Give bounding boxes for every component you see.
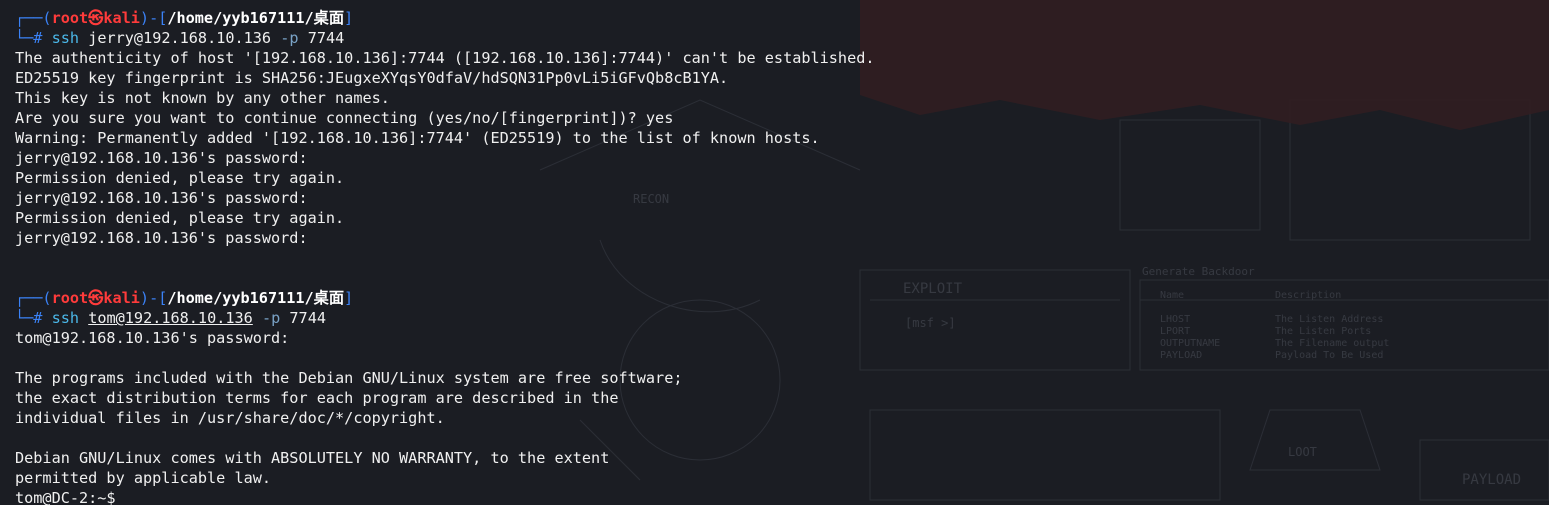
command-flag: -p — [280, 29, 299, 47]
output-line: Permission denied, please try again. — [15, 209, 345, 227]
prompt-line-top: ┌──(root㉿kali)-[/home/yyb167111/桌面] — [15, 8, 1549, 28]
output-line: This key is not known by any other names… — [15, 89, 390, 107]
prompt-path: /home/yyb167111/桌面 — [167, 9, 345, 27]
output-line: the exact distribution terms for each pr… — [15, 389, 619, 407]
prompt-sep: )-[ — [139, 9, 168, 27]
command-port: 7744 — [289, 309, 326, 327]
text-cursor — [125, 489, 133, 505]
prompt-host: kali — [103, 9, 140, 27]
prompt-line-bottom: └─# ssh tom@192.168.10.136 -p 7744 — [15, 309, 326, 327]
output-line: Are you sure you want to continue connec… — [15, 109, 674, 127]
command-name: ssh — [51, 29, 80, 47]
output-line: The authenticity of host '[192.168.10.13… — [15, 49, 875, 67]
prompt-at: ㉿ — [88, 9, 104, 27]
output-line: The programs included with the Debian GN… — [15, 369, 683, 387]
prompt-line-bottom: └─# ssh jerry@192.168.10.136 -p 7744 — [15, 28, 1549, 48]
terminal-window[interactable]: RECON EXPLOIT [msf >] Generate Backdoor … — [0, 0, 1549, 505]
shell-prompt-text: tom@DC-2:~$ — [15, 489, 125, 505]
prompt-close: ] — [344, 9, 354, 27]
prompt-user: root — [51, 9, 89, 27]
prompt-corner-bottom: └─ — [15, 29, 34, 47]
command-target: jerry@192.168.10.136 — [88, 29, 272, 47]
prompt-corner-top: ┌──( — [15, 9, 52, 27]
command-flag: -p — [261, 309, 281, 327]
output-line: tom@192.168.10.136's password: — [15, 329, 299, 347]
output-line: Permission denied, please try again. — [15, 169, 345, 187]
prompt-hash: # — [33, 29, 43, 47]
command-name: ssh — [51, 309, 80, 327]
command-port: 7744 — [307, 29, 345, 47]
output-line: Warning: Permanently added '[192.168.10.… — [15, 129, 820, 147]
output-line: jerry@192.168.10.136's password: — [15, 229, 317, 247]
output-line: jerry@192.168.10.136's password: — [15, 149, 317, 167]
output-line: permitted by applicable law. — [15, 469, 272, 487]
output-line: jerry@192.168.10.136's password: — [15, 189, 317, 207]
command-target: tom@192.168.10.136 — [88, 309, 253, 327]
shell-prompt[interactable]: tom@DC-2:~$ — [15, 488, 1549, 505]
output-line: ED25519 key fingerprint is SHA256:JEugxe… — [15, 69, 729, 87]
prompt-line-top: ┌──(root㉿kali)-[/home/yyb167111/桌面] — [15, 289, 354, 307]
output-line: individual files in /usr/share/doc/*/cop… — [15, 409, 445, 427]
terminal-output: ┌──(root㉿kali)-[/home/yyb167111/桌面] └─# … — [15, 8, 1549, 505]
output-line: Debian GNU/Linux comes with ABSOLUTELY N… — [15, 449, 610, 467]
